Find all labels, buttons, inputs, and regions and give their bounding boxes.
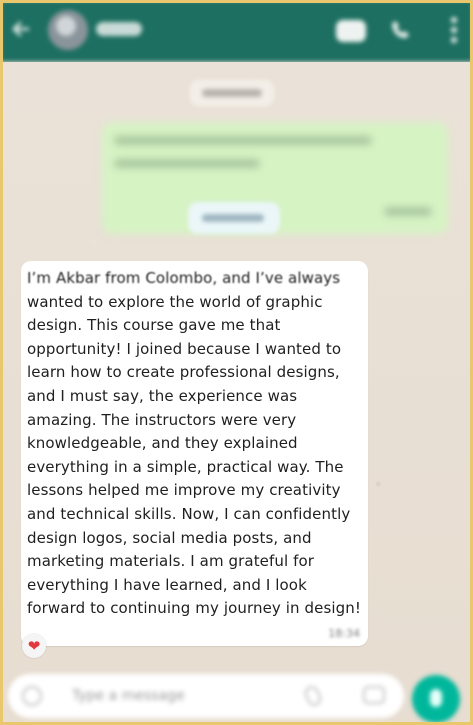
chat-area[interactable]: I’m Akbar from Colombo, and I’ve always … <box>0 62 473 665</box>
message-line: lessons helped me improve my creativity <box>27 481 341 500</box>
contact-name[interactable] <box>96 22 142 36</box>
message-line: learn how to create professional designs… <box>27 363 340 382</box>
message-line: forward to continuing my journey in desi… <box>27 599 361 618</box>
message-line: and I must say, the experience was <box>27 386 298 405</box>
received-message[interactable]: I’m Akbar from Colombo, and I’ve always … <box>21 261 368 646</box>
paperclip-icon[interactable] <box>302 683 324 709</box>
message-composer: Type a message <box>0 665 473 725</box>
avatar[interactable] <box>48 10 88 50</box>
message-line: design logos, social media posts, and <box>27 528 312 547</box>
message-line: wanted to explore the world of graphic <box>27 292 323 311</box>
date-chip <box>190 80 274 106</box>
arrow-left-icon[interactable] <box>12 20 30 38</box>
message-timestamp: 18:34 <box>328 627 360 640</box>
message-line: design. This course gave me that <box>27 316 281 335</box>
message-line: everything I have learned, and I look <box>27 575 307 594</box>
more-vertical-icon[interactable] <box>450 16 458 44</box>
unread-chip <box>188 202 280 234</box>
camera-icon[interactable] <box>363 686 385 704</box>
reaction-emoji: ❤ <box>27 637 41 655</box>
message-line: amazing. The instructors were very <box>27 410 297 429</box>
message-line: and technical skills. Now, I can confide… <box>27 504 351 523</box>
video-call-icon[interactable] <box>336 20 366 42</box>
message-line: marketing materials. I am grateful for <box>27 552 315 571</box>
message-line: opportunity! I joined because I wanted t… <box>27 339 342 358</box>
message-text: I’m Akbar from Colombo, and I’ve always … <box>27 267 361 621</box>
phone-icon[interactable] <box>389 18 413 42</box>
heart-reaction-icon[interactable]: ❤ <box>22 634 46 658</box>
message-line: I’m Akbar from Colombo, and I’ve always <box>27 269 341 287</box>
message-line: everything in a simple, practical way. T… <box>27 457 344 476</box>
emoji-icon[interactable] <box>22 686 42 706</box>
date-chip-label <box>202 89 262 97</box>
message-line: knowledgeable, and they explained <box>27 434 298 453</box>
chat-header <box>0 0 473 62</box>
message-input-placeholder: Type a message <box>72 688 185 704</box>
message-input[interactable]: Type a message <box>8 674 404 718</box>
unread-chip-label <box>202 214 264 222</box>
send-button[interactable] <box>412 675 460 723</box>
mic-icon <box>430 689 442 707</box>
